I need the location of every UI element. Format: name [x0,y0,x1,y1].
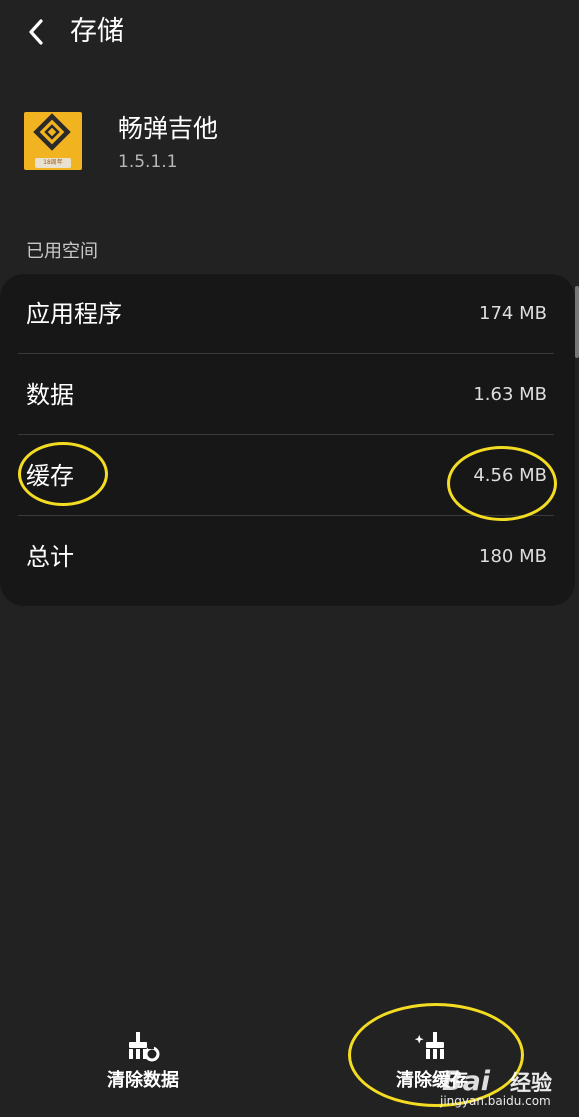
broom-clear-data-icon [129,1032,160,1062]
storage-row-total: 总计 180 MB [0,517,575,597]
divider [18,434,554,435]
divider [18,353,554,354]
storage-row-data: 数据 1.63 MB [0,355,575,435]
baidu-jingyan-watermark: Bai 经验 jingyan.baidu.com [440,1050,579,1117]
storage-card: 应用程序 174 MB 数据 1.63 MB 缓存 4.56 MB 总计 180… [0,274,575,606]
row-label: 总计 [26,543,74,571]
watermark-url: jingyan.baidu.com [440,1094,551,1108]
scrollbar[interactable] [575,286,579,358]
back-button[interactable] [16,12,56,52]
highlight-cache-label [18,442,108,506]
clear-data-button[interactable]: 清除数据 [58,1024,228,1096]
app-info: 18周年 畅弹吉他 1.5.1.1 [24,112,564,178]
chevron-left-icon [29,19,43,45]
app-icon: 18周年 [24,112,82,170]
section-label-used-space: 已用空间 [26,241,98,262]
watermark-logo: Bai [442,1066,491,1097]
highlight-cache-value [447,446,557,521]
row-value: 1.63 MB [473,384,547,405]
clear-data-label: 清除数据 [107,1070,179,1091]
row-label: 应用程序 [26,300,122,328]
app-name: 畅弹吉他 [118,114,219,143]
top-app-bar: 存储 [0,0,579,64]
storage-row-app: 应用程序 174 MB [0,274,575,354]
row-value: 174 MB [479,303,547,324]
app-version: 1.5.1.1 [118,152,178,172]
row-value: 180 MB [479,546,547,567]
app-icon-tag: 18周年 [35,158,71,168]
page-title: 存储 [70,16,124,47]
watermark-text: 经验 [510,1071,552,1095]
row-label: 数据 [26,381,74,409]
